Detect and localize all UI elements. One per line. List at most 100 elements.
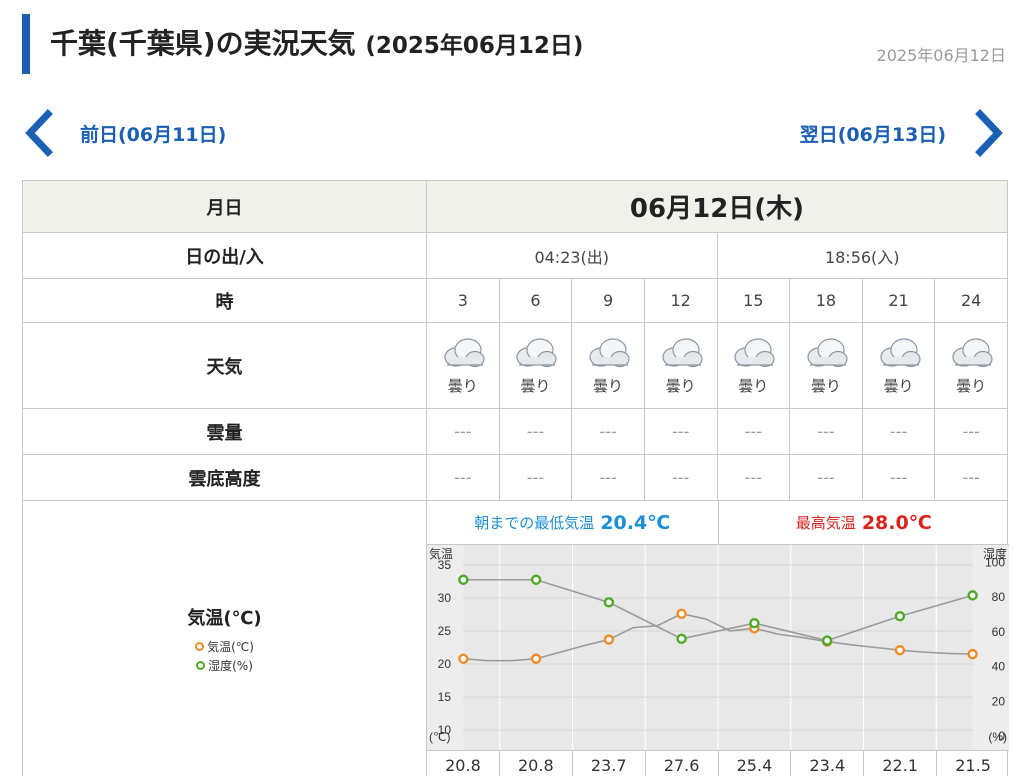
row-date: 月日 06月12日(木) (22, 180, 1008, 233)
series-point-humidity (458, 574, 469, 585)
right-axis-tick: 80 (992, 590, 1006, 604)
series-point-humidity (530, 574, 542, 585)
next-day-link[interactable]: 翌日(06月13日) (800, 108, 1008, 158)
weather-label: 曇り (520, 377, 551, 395)
temp-value: 22.1 (864, 751, 938, 776)
cloud-cell: --- (426, 408, 500, 455)
cloud-base-cell: --- (789, 454, 863, 501)
min-temp: 朝までの最低気温 20.4℃ (427, 501, 719, 544)
weather-label: 曇り (738, 377, 769, 395)
date-cell: 06月12日(木) (426, 180, 1008, 233)
weather-cell: 曇り (643, 322, 718, 409)
temp-value: 21.5 (955, 756, 991, 775)
weather-item: 曇り (935, 335, 1007, 396)
next-day-label: 翌日(06月13日) (799, 123, 946, 146)
weather-cell: 曇り (861, 322, 936, 409)
legend-humidity-label: 湿度(%) (208, 659, 253, 673)
right-axis-tick: 100 (985, 555, 1005, 569)
left-axis-tick: 30 (438, 591, 452, 605)
cloud-icon (879, 338, 921, 368)
row-label-weather: 天気 (22, 322, 427, 409)
row-sun: 日の出/入 04:23(出) 18:56(入) (22, 232, 1008, 279)
row-cloud: 雲量 --- --- --- --- --- --- --- --- (22, 408, 1008, 455)
hour-cell: 12 (643, 278, 718, 323)
series-point-temp (967, 648, 978, 660)
hour-cell: 21 (861, 278, 936, 323)
temp-chart-cell: 朝までの最低気温 20.4℃ 最高気温 28.0℃ 気温 湿度 10 15 20 25 30… (426, 500, 1009, 776)
weather-cell: 曇り (571, 322, 645, 409)
cloud-icon (589, 338, 630, 368)
cloud-icon (734, 338, 775, 368)
cloud-cell: --- (934, 408, 1008, 455)
temp-chart: 朝までの最低気温 20.4℃ 最高気温 28.0℃ 気温 湿度 10 15 20 25 30… (427, 501, 1009, 776)
row-label-temp: 気温(℃) (187, 608, 262, 629)
chevron-left-icon (25, 109, 53, 157)
hour-cell: 9 (571, 278, 645, 323)
min-temp-value: 20.4℃ (600, 511, 671, 534)
weather-label: 曇り (956, 377, 987, 395)
left-axis-unit: (℃) (429, 730, 450, 744)
hour-cell: 3 (426, 278, 500, 323)
temp-value-row: 20.8 20.8 23.7 27.6 25.4 23.4 22.1 21.5 (427, 750, 1009, 776)
max-temp: 最高気温 28.0℃ (719, 501, 1010, 544)
left-axis-tick: 20 (438, 657, 452, 671)
hour-cell: 6 (498, 278, 573, 323)
prev-day-link[interactable]: 前日(06月11日) (20, 108, 226, 158)
weather-cell: 曇り (789, 322, 863, 409)
min-max-row: 朝までの最低気温 20.4℃ 最高気温 28.0℃ (427, 501, 1009, 545)
series-point-temp (458, 653, 469, 664)
series-point-humidity (603, 597, 615, 608)
legend-humidity: 湿度(%) (196, 657, 253, 674)
max-temp-value: 28.0℃ (861, 511, 932, 534)
prev-day-label: 前日(06月11日) (80, 123, 227, 146)
weather-cell: 曇り (716, 322, 791, 409)
sunrise-cell: 04:23(出) (426, 232, 718, 279)
weather-label: 曇り (447, 377, 478, 395)
weather-label: 曇り (883, 377, 914, 395)
page-title: 千葉(千葉県)の実況天気 (2025年06月12日) (50, 22, 583, 62)
cloud-base-cell: --- (861, 454, 936, 501)
weather-label: 曇り (665, 377, 696, 395)
row-label-sun: 日の出/入 (22, 232, 427, 279)
cloud-icon (444, 338, 485, 368)
left-axis-tick: 35 (438, 558, 452, 572)
series-point-temp (530, 653, 542, 664)
cloud-cell: --- (716, 408, 791, 455)
right-axis-tick: 20 (992, 694, 1006, 708)
series-point-humidity (749, 617, 760, 629)
cloud-cell: --- (571, 408, 645, 455)
page-title-text: 千葉(千葉県)の実況天気 (50, 27, 356, 60)
series-point-temp (676, 608, 687, 619)
temp-value: 23.4 (791, 751, 865, 776)
cloud-icon (662, 338, 703, 368)
max-temp-label: 最高気温 (795, 514, 856, 532)
chevron-right-icon (975, 109, 1003, 157)
legend-temp-label: 気温(℃) (207, 640, 254, 654)
weather-cell: 曇り (426, 322, 500, 409)
series-point-humidity (676, 633, 687, 645)
cloud-base-cell: --- (643, 454, 718, 501)
series-point-humidity (821, 635, 833, 646)
right-axis-unit: (%) (988, 730, 1007, 744)
weather-item: 曇り (863, 335, 935, 396)
series-point-temp (603, 634, 615, 645)
weather-label: 曇り (810, 377, 841, 395)
cloud-base-cell: --- (934, 454, 1008, 501)
series-point-temp (894, 644, 906, 656)
weather-item: 曇り (645, 335, 717, 396)
series-point-humidity (894, 611, 906, 622)
row-hour: 時 3 6 9 12 15 18 21 24 (22, 278, 1008, 323)
hour-cell: 24 (934, 278, 1008, 323)
weather-item: 曇り (718, 335, 790, 396)
weather-item: 曇り (790, 335, 862, 396)
right-axis-tick: 40 (992, 660, 1006, 674)
cloud-base-cell: --- (498, 454, 573, 501)
cloud-cell: --- (643, 408, 718, 455)
title-accent-bar (22, 14, 30, 74)
weather-cell: 曇り (934, 322, 1008, 409)
weather-table: 月日 06月12日(木) 日の出/入 04:23(出) 18:56(入) 時 3… (22, 180, 1009, 776)
row-label-cloud-base: 雲底高度 (22, 454, 427, 501)
weather-label: 曇り (593, 377, 624, 395)
right-axis-band (972, 545, 1009, 750)
legend-temp: 気温(℃) (195, 638, 254, 655)
